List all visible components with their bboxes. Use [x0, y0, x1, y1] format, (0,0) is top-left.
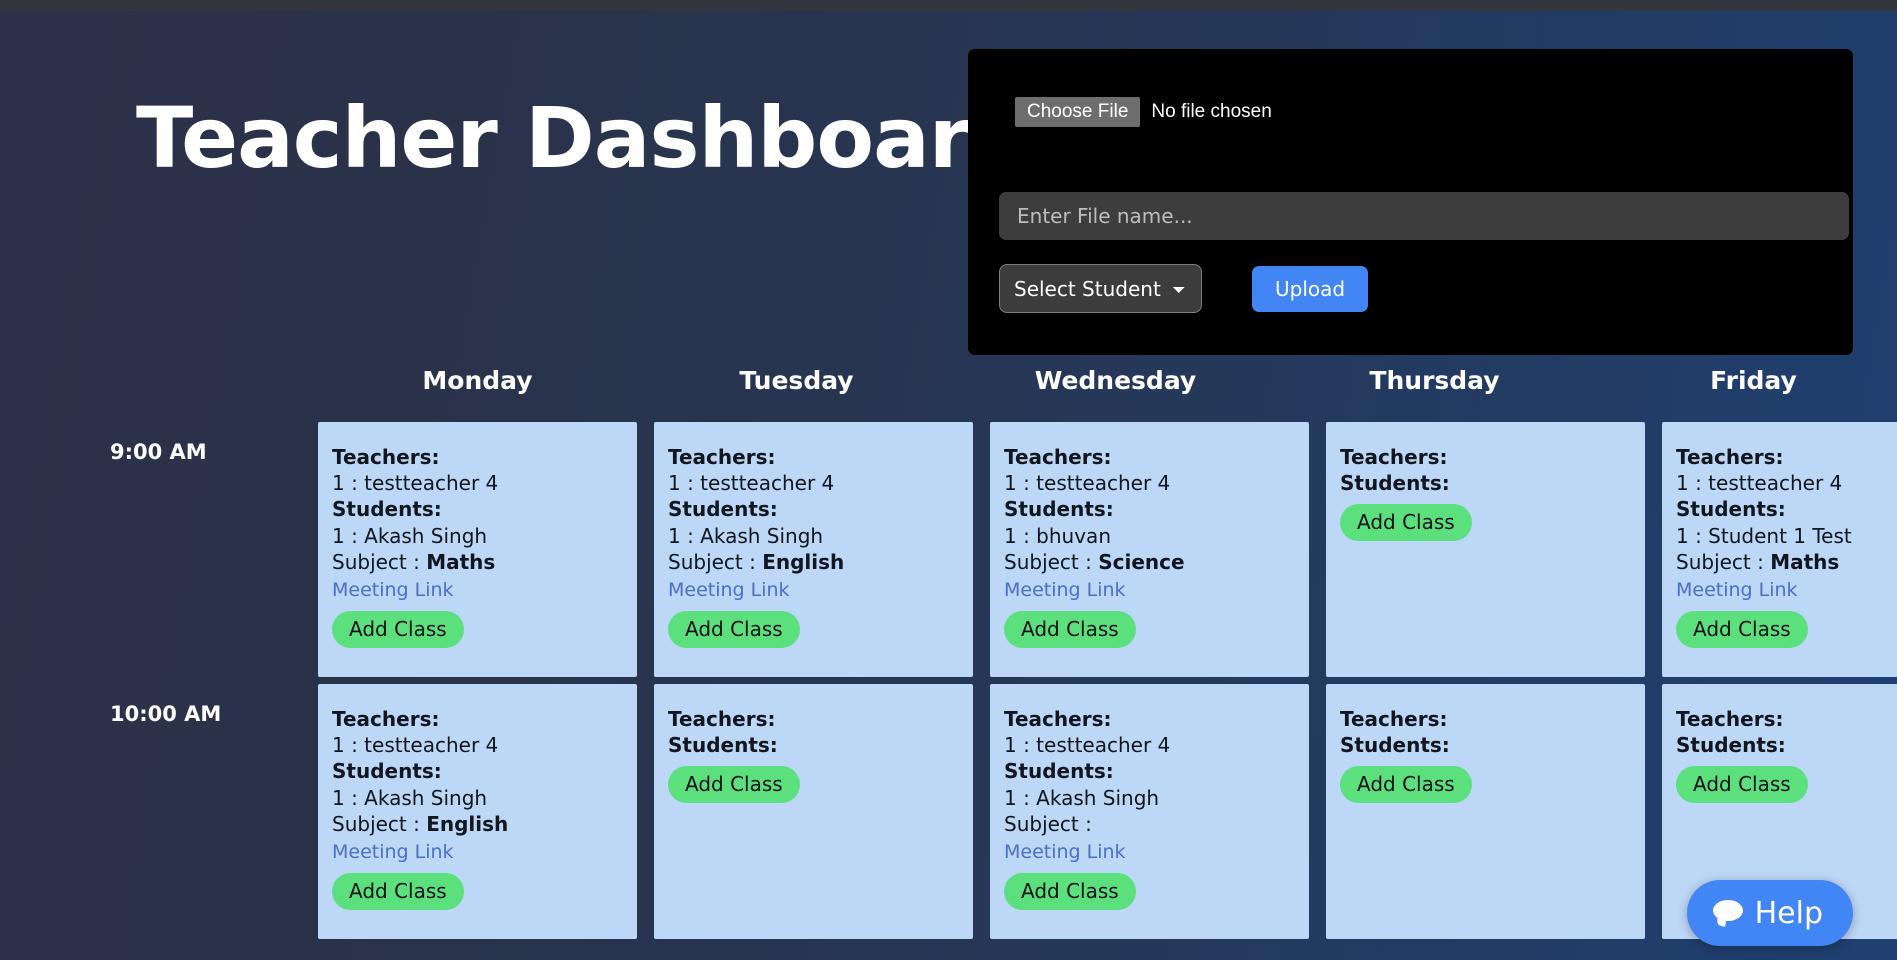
add-class-button[interactable]: Add Class [1340, 504, 1472, 542]
teacher-entry: 1 : testteacher 4 [668, 471, 835, 496]
teacher-entry: 1 : testteacher 4 [1004, 733, 1171, 758]
add-class-button[interactable]: Add Class [1676, 766, 1808, 804]
teachers-label: Teachers: [1004, 445, 1112, 469]
meeting-link[interactable]: Meeting Link [668, 578, 957, 603]
schedule-cell-friday-0: Teachers: 1 : testteacher 4 Students: 1 : S… [1662, 422, 1897, 677]
student-entry: 1 : Akash Singh [668, 523, 824, 548]
teachers-label: Teachers: [1676, 445, 1784, 469]
teacher-entry: 1 : testteacher 4 [332, 471, 499, 496]
upload-actions-row: Select Student Upload [999, 264, 1369, 313]
file-picker-row: Choose File No file chosen [1015, 97, 1809, 127]
meeting-link[interactable]: Meeting Link [332, 840, 621, 865]
subject-line: Subject : Maths [1676, 549, 1840, 574]
add-class-button[interactable]: Add Class [668, 610, 800, 648]
add-class-button[interactable]: Add Class [1004, 872, 1136, 910]
subject-value: English [426, 811, 509, 836]
schedule-cell-monday-1: Teachers: 1 : testteacher 4 Students: 1 : A… [318, 684, 637, 939]
teacher-entry: 1 : testteacher 4 [1676, 471, 1843, 496]
add-class-button[interactable]: Add Class [1340, 766, 1472, 804]
students-label: Students: [1676, 497, 1786, 522]
subject-value: English [762, 549, 845, 574]
students-label: Students: [332, 759, 442, 784]
schedule-cell-tuesday-1: Teachers: Students: Add Class [654, 684, 973, 939]
page-title: Teacher Dashboard [136, 89, 1029, 187]
students-label: Students: [1340, 471, 1450, 496]
day-header-monday: Monday [422, 366, 533, 395]
subject-line: Subject : Maths [332, 549, 496, 574]
day-header-tuesday: Tuesday [739, 366, 854, 395]
schedule-cell-monday-0: Teachers: 1 : testteacher 4 Students: 1 : A… [318, 422, 637, 677]
day-header-friday: Friday [1710, 366, 1797, 395]
page-body: Teacher Dashboard Choose File No file ch… [0, 11, 1897, 960]
chat-bubble-icon [1712, 900, 1743, 926]
time-slot-label: 10:00 AM [110, 702, 222, 726]
choose-file-button[interactable]: Choose File [1015, 97, 1141, 127]
add-class-button[interactable]: Add Class [332, 872, 464, 910]
calendar-header-row: Monday Tuesday Wednesday Thursday Friday [0, 366, 1897, 422]
page-root: Teacher Dashboard Choose File No file ch… [0, 0, 1897, 960]
students-label: Students: [1004, 759, 1114, 784]
subject-value: Science [1098, 549, 1185, 574]
students-label: Students: [1340, 733, 1450, 758]
teacher-entry: 1 : testteacher 4 [1004, 471, 1171, 496]
day-header-wednesday: Wednesday [1034, 366, 1197, 395]
file-name-input[interactable] [999, 192, 1849, 240]
subject-line: Subject : English [332, 811, 509, 836]
meeting-link[interactable]: Meeting Link [1004, 578, 1293, 603]
student-entry: 1 : Akash Singh [332, 785, 488, 810]
student-entry: 1 : bhuvan [1004, 523, 1111, 548]
student-entry: 1 : Akash Singh [1004, 785, 1160, 810]
teachers-label: Teachers: [668, 445, 776, 469]
add-class-button[interactable]: Add Class [1676, 610, 1808, 648]
subject-line: Subject : Science [1004, 549, 1185, 574]
student-entry: 1 : Student 1 Test [1676, 523, 1852, 548]
subject-value: Maths [426, 549, 496, 574]
teachers-label: Teachers: [668, 707, 776, 731]
schedule-cell-thursday-1: Teachers: Students: Add Class [1326, 684, 1645, 939]
add-class-button[interactable]: Add Class [332, 610, 464, 648]
meeting-link[interactable]: Meeting Link [1004, 840, 1293, 865]
upload-button[interactable]: Upload [1252, 265, 1369, 312]
subject-line: Subject : English [668, 549, 845, 574]
students-label: Students: [668, 733, 778, 758]
calendar-row: 10:00 AM Teachers: 1 : testteacher 4 Studen… [0, 684, 1897, 939]
subject-line: Subject : [1004, 811, 1092, 836]
teachers-label: Teachers: [332, 707, 440, 731]
schedule-cell-wednesday-0: Teachers: 1 : testteacher 4 Students: 1 : b… [990, 422, 1309, 677]
day-header-thursday: Thursday [1369, 366, 1500, 395]
schedule-cell-wednesday-1: Teachers: 1 : testteacher 4 Students: 1 : A… [990, 684, 1309, 939]
teachers-label: Teachers: [1004, 707, 1112, 731]
upload-panel: Choose File No file chosen Select Studen… [968, 49, 1853, 355]
meeting-link[interactable]: Meeting Link [332, 578, 621, 603]
students-label: Students: [668, 497, 778, 522]
student-entry: 1 : Akash Singh [332, 523, 488, 548]
subject-value: Maths [1770, 549, 1840, 574]
weekly-schedule-calendar: Monday Tuesday Wednesday Thursday Friday… [0, 366, 1897, 946]
students-label: Students: [332, 497, 442, 522]
teacher-entry: 1 : testteacher 4 [332, 733, 499, 758]
calendar-body: 9:00 AM Teachers: 1 : testteacher 4 Student… [0, 422, 1897, 939]
calendar-row: 9:00 AM Teachers: 1 : testteacher 4 Student… [0, 422, 1897, 677]
add-class-button[interactable]: Add Class [1004, 610, 1136, 648]
teachers-label: Teachers: [1340, 707, 1448, 731]
students-label: Students: [1004, 497, 1114, 522]
browser-chrome-strip [0, 0, 1897, 11]
schedule-cell-thursday-0: Teachers: Students: Add Class [1326, 422, 1645, 677]
teachers-label: Teachers: [1340, 445, 1448, 469]
time-slot-label: 9:00 AM [110, 440, 207, 464]
meeting-link[interactable]: Meeting Link [1676, 578, 1897, 603]
teachers-label: Teachers: [1676, 707, 1784, 731]
select-student-dropdown[interactable]: Select Student [999, 264, 1202, 313]
schedule-cell-tuesday-0: Teachers: 1 : testteacher 4 Students: 1 : A… [654, 422, 973, 677]
help-widget-button[interactable]: Help [1686, 880, 1853, 946]
add-class-button[interactable]: Add Class [668, 766, 800, 804]
help-widget-label: Help [1754, 895, 1823, 931]
students-label: Students: [1676, 733, 1786, 758]
no-file-chosen-label: No file chosen [1151, 101, 1272, 122]
teachers-label: Teachers: [332, 445, 440, 469]
